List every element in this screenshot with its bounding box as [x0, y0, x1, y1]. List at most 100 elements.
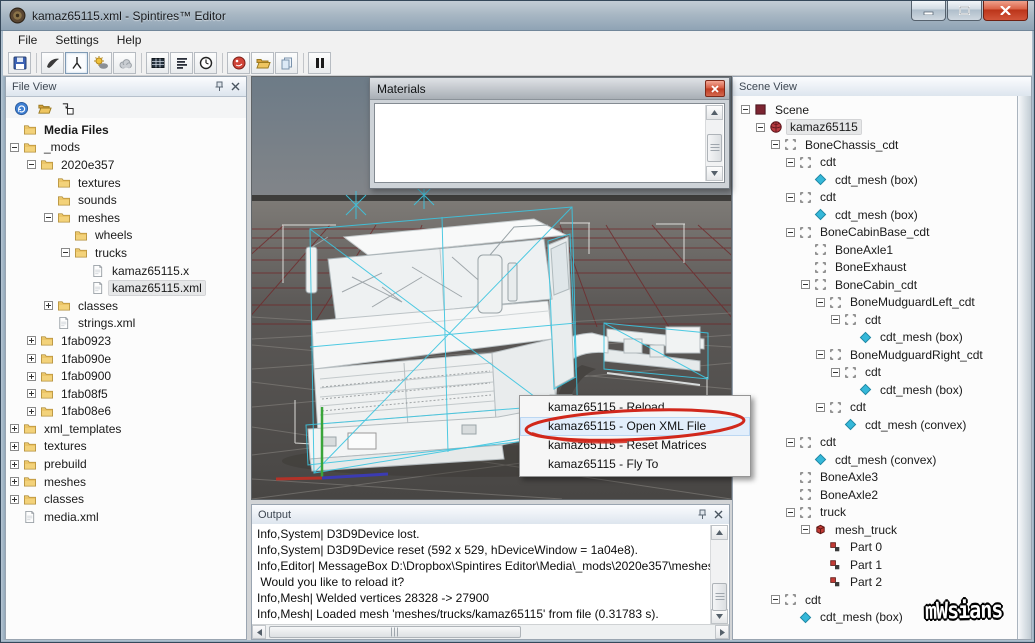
collapse-icon[interactable] — [801, 524, 812, 535]
log-list-button[interactable] — [170, 52, 193, 74]
tree-item--mods[interactable]: _mods — [6, 139, 246, 157]
clock-button[interactable] — [194, 52, 217, 74]
panel-grid-button[interactable] — [146, 52, 169, 74]
expand-icon[interactable] — [10, 494, 21, 505]
tree-item-1fab0923[interactable]: 1fab0923 — [6, 332, 246, 350]
tree-item-prebuild[interactable]: prebuild — [6, 455, 246, 473]
tree-item-cdt[interactable]: cdt — [733, 399, 1018, 417]
tree-item-cdt-mesh-convex-[interactable]: cdt_mesh (convex) — [733, 451, 1018, 469]
scroll-track[interactable] — [266, 625, 715, 639]
tree-item-boneaxle1[interactable]: BoneAxle1 — [733, 241, 1018, 259]
tree-item-kamaz65115-x[interactable]: kamaz65115.x — [6, 262, 246, 280]
tree-item-cdt[interactable]: cdt — [733, 434, 1018, 452]
collapse-icon[interactable] — [831, 367, 842, 378]
tree-item-meshes[interactable]: meshes — [6, 473, 246, 491]
collapse-icon[interactable] — [831, 314, 842, 325]
materials-list[interactable] — [374, 103, 725, 183]
tree-item-mesh-truck[interactable]: mesh_truck — [733, 521, 1018, 539]
debug-button[interactable] — [227, 52, 250, 74]
scroll-up-button[interactable] — [711, 525, 728, 540]
tree-item-media-xml[interactable]: media.xml — [6, 508, 246, 526]
expand-icon[interactable] — [27, 406, 38, 417]
collapse-icon[interactable] — [44, 212, 55, 223]
pose-button[interactable] — [65, 52, 88, 74]
collapse-icon[interactable] — [27, 159, 38, 170]
paint-button[interactable] — [41, 52, 64, 74]
scroll-thumb[interactable] — [269, 626, 521, 638]
context-menu-item-kamaz65115-reload[interactable]: kamaz65115 - Reload — [520, 398, 750, 417]
collapse-icon[interactable] — [741, 104, 752, 115]
title-bar[interactable]: kamaz65115.xml - Spintires™ Editor — [1, 1, 1034, 31]
tree-item-bonemudguardleft-cdt[interactable]: BoneMudguardLeft_cdt — [733, 294, 1018, 312]
materials-scrollbar[interactable] — [705, 105, 723, 181]
tree-item-cdt-mesh-convex-[interactable]: cdt_mesh (convex) — [733, 416, 1018, 434]
tree-item-cdt-mesh-box-[interactable]: cdt_mesh (box) — [733, 329, 1018, 347]
scroll-down-button[interactable] — [706, 166, 723, 181]
scroll-thumb[interactable] — [707, 134, 722, 162]
tree-item-scene[interactable]: Scene — [733, 101, 1018, 119]
expand-icon[interactable] — [27, 388, 38, 399]
tree-item-kamaz65115[interactable]: kamaz65115 — [733, 119, 1018, 137]
tree-item-kamaz65115-xml[interactable]: kamaz65115.xml — [6, 279, 246, 297]
output-vertical-scrollbar[interactable] — [710, 525, 728, 624]
collapse-icon[interactable] — [10, 142, 21, 153]
tree-item-classes[interactable]: classes — [6, 297, 246, 315]
tree-item-xml-templates[interactable]: xml_templates — [6, 420, 246, 438]
tree-item-boneaxle3[interactable]: BoneAxle3 — [733, 469, 1018, 487]
collapse-icon[interactable] — [786, 192, 797, 203]
copy-pages-button[interactable] — [275, 52, 298, 74]
tree-item-1fab090e[interactable]: 1fab090e — [6, 350, 246, 368]
collapse-icon[interactable] — [61, 247, 72, 258]
menu-file[interactable]: File — [9, 31, 46, 49]
scroll-thumb[interactable] — [712, 583, 727, 611]
menu-settings[interactable]: Settings — [46, 31, 107, 49]
expand-icon[interactable] — [10, 459, 21, 470]
output-horizontal-scrollbar[interactable] — [252, 624, 729, 639]
tree-item-cdt-mesh-box-[interactable]: cdt_mesh (box) — [733, 171, 1018, 189]
tree-item-bonemudguardright-cdt[interactable]: BoneMudguardRight_cdt — [733, 346, 1018, 364]
tree-item-cdt[interactable]: cdt — [733, 311, 1018, 329]
pin-icon[interactable] — [212, 80, 226, 93]
tree-item-strings-xml[interactable]: strings.xml — [6, 315, 246, 333]
context-menu-item-kamaz65115-open-xml-file[interactable]: kamaz65115 - Open XML File — [520, 417, 750, 436]
tree-item-2020e357[interactable]: 2020e357 — [6, 156, 246, 174]
tree-item-cdt[interactable]: cdt — [733, 189, 1018, 207]
context-menu-item-kamaz65115-reset-matrices[interactable]: kamaz65115 - Reset Matrices — [520, 436, 750, 455]
pause-button[interactable] — [308, 52, 331, 74]
tree-item-part-0[interactable]: Part 0 — [733, 539, 1018, 557]
open-folder-button[interactable] — [251, 52, 274, 74]
tree-item-trucks[interactable]: trucks — [6, 244, 246, 262]
collapse-icon[interactable] — [771, 139, 782, 150]
close-panel-icon[interactable] — [711, 508, 725, 521]
tree-item-cdt[interactable]: cdt — [733, 154, 1018, 172]
tree-item-classes[interactable]: classes — [6, 490, 246, 508]
tree-item-textures[interactable]: textures — [6, 174, 246, 192]
relative-paths-button[interactable] — [56, 98, 78, 118]
scroll-right-button[interactable] — [715, 625, 729, 639]
save-button[interactable] — [8, 52, 31, 74]
pin-icon[interactable] — [695, 508, 709, 521]
tree-item-1fab0900[interactable]: 1fab0900 — [6, 367, 246, 385]
collapse-icon[interactable] — [786, 157, 797, 168]
tree-item-part-1[interactable]: Part 1 — [733, 556, 1018, 574]
tree-item-part-2[interactable]: Part 2 — [733, 574, 1018, 592]
maximize-button[interactable] — [947, 1, 982, 21]
collapse-icon[interactable] — [786, 227, 797, 238]
scroll-left-button[interactable] — [252, 625, 266, 639]
materials-close-button[interactable] — [705, 80, 725, 97]
close-panel-icon[interactable] — [228, 80, 242, 93]
tree-item-media-files[interactable]: Media Files — [6, 121, 246, 139]
scroll-up-button[interactable] — [706, 105, 723, 120]
scroll-track[interactable] — [706, 120, 723, 166]
tree-item-cdt-mesh-box-[interactable]: cdt_mesh (box) — [733, 206, 1018, 224]
expand-icon[interactable] — [10, 423, 21, 434]
menu-help[interactable]: Help — [108, 31, 151, 49]
tree-item-bonecabin-cdt[interactable]: BoneCabin_cdt — [733, 276, 1018, 294]
cloud-button[interactable] — [113, 52, 136, 74]
tree-item-cdt-mesh-box-[interactable]: cdt_mesh (box) — [733, 381, 1018, 399]
open-folder-small-button[interactable] — [33, 98, 55, 118]
tree-item-bonecabinbase-cdt[interactable]: BoneCabinBase_cdt — [733, 224, 1018, 242]
sync-button[interactable] — [10, 98, 32, 118]
expand-icon[interactable] — [44, 300, 55, 311]
collapse-icon[interactable] — [771, 594, 782, 605]
